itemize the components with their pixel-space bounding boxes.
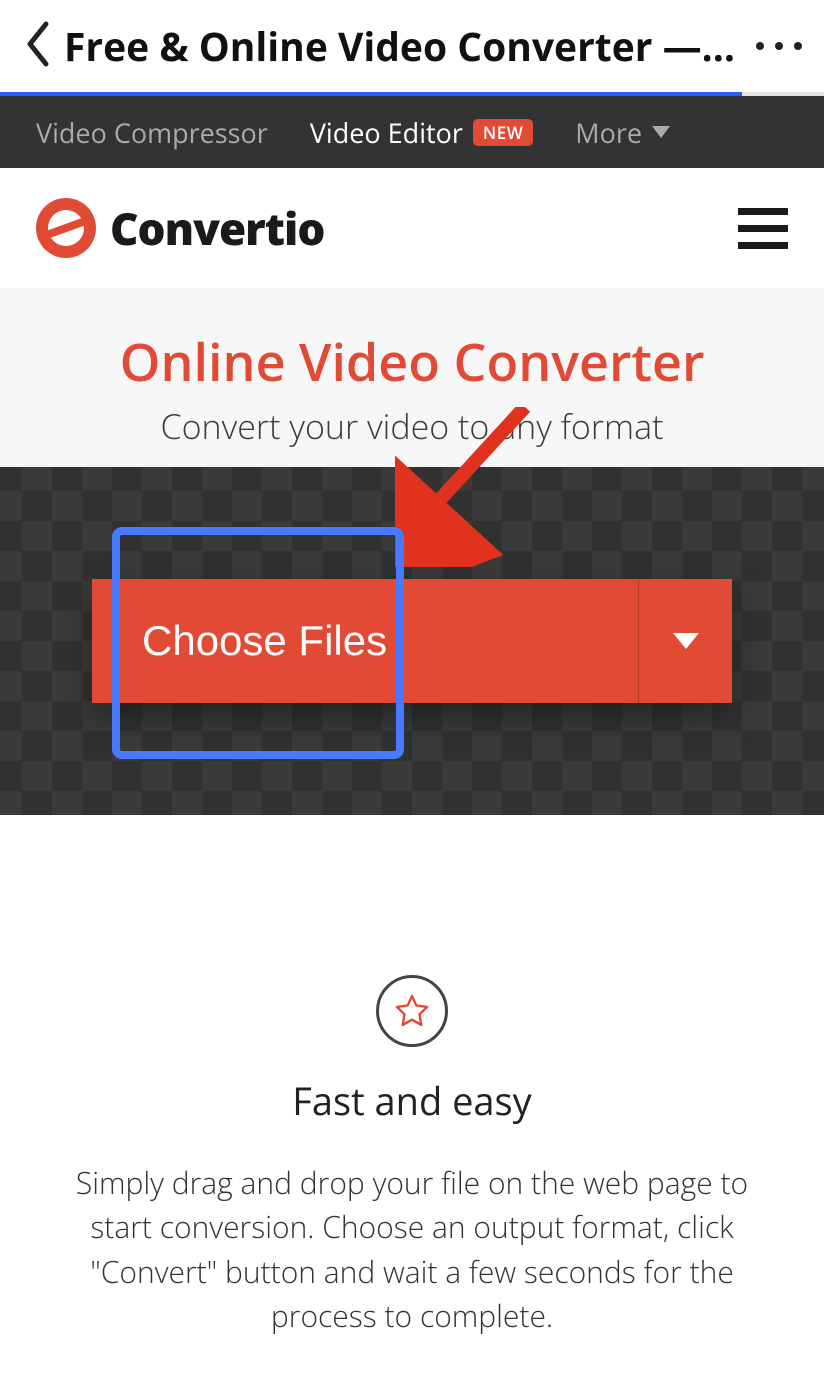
dot-icon <box>775 42 783 50</box>
hero-title: Online Video Converter <box>20 326 804 397</box>
feature-icon-ring <box>376 975 448 1047</box>
progress-bar <box>0 92 824 96</box>
logo-text: Convertio <box>110 198 324 258</box>
feature-title: Fast and easy <box>70 1075 754 1127</box>
drop-zone[interactable]: Choose Files <box>0 467 824 815</box>
logo[interactable]: Convertio <box>36 198 324 258</box>
feature-section: Fast and easy Simply drag and drop your … <box>0 815 824 1379</box>
logo-icon <box>36 198 96 258</box>
hamburger-menu-button[interactable] <box>738 208 788 249</box>
nav-more-label: More <box>575 114 642 151</box>
nav-more[interactable]: More <box>575 114 670 151</box>
feature-body: Simply drag and drop your file on the we… <box>70 1161 754 1339</box>
hamburger-line-icon <box>738 208 788 215</box>
site-header: Convertio <box>0 168 824 288</box>
caret-down-icon <box>652 126 670 138</box>
hero: Online Video Converter Convert your vide… <box>0 288 824 467</box>
page-title: Free & Online Video Converter — Co... <box>52 20 756 73</box>
top-nav: Video Compressor Video Editor NEW More <box>0 96 824 168</box>
back-button[interactable] <box>22 20 52 73</box>
star-icon <box>394 993 430 1029</box>
new-badge: NEW <box>473 119 533 146</box>
choose-files-dropdown-button[interactable] <box>638 579 732 703</box>
dot-icon <box>756 42 764 50</box>
choose-files-group: Choose Files <box>92 579 732 703</box>
dot-icon <box>794 42 802 50</box>
progress-fill <box>0 92 742 96</box>
upload-area-wrap: Choose Files <box>0 467 824 815</box>
caret-down-icon <box>673 633 699 649</box>
hamburger-line-icon <box>738 225 788 232</box>
hero-subtitle: Convert your video to any format <box>20 403 804 449</box>
nav-video-compressor[interactable]: Video Compressor <box>36 114 268 151</box>
more-menu-button[interactable] <box>756 42 802 50</box>
browser-chrome: Free & Online Video Converter — Co... <box>0 0 824 92</box>
nav-video-editor[interactable]: Video Editor NEW <box>310 114 533 151</box>
nav-video-editor-label: Video Editor <box>310 114 463 151</box>
hamburger-line-icon <box>738 242 788 249</box>
choose-files-button[interactable]: Choose Files <box>92 579 638 703</box>
chevron-left-icon <box>22 20 52 68</box>
